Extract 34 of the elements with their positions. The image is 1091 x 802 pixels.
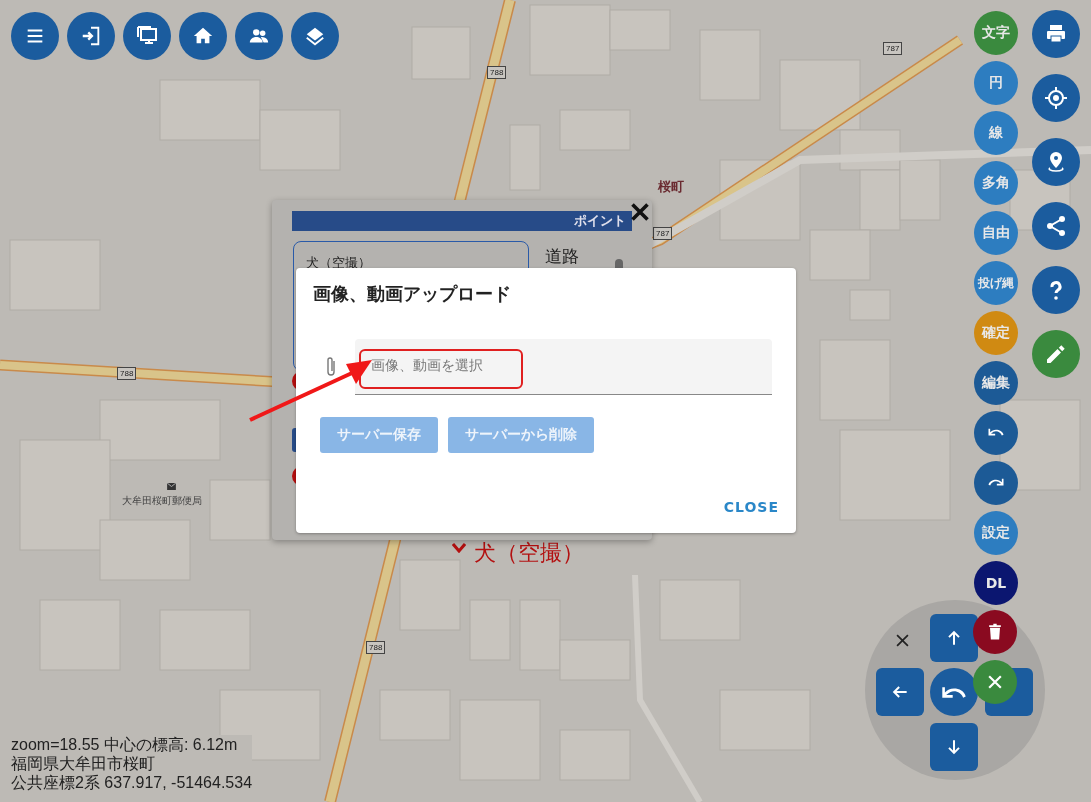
left-button[interactable] bbox=[876, 668, 924, 716]
place-label: 桜町 bbox=[658, 178, 684, 196]
rotate-button[interactable] bbox=[930, 668, 978, 716]
route-shield: 787 bbox=[883, 42, 903, 55]
pencil-icon bbox=[1044, 342, 1068, 366]
marker-icon bbox=[452, 543, 466, 553]
field-label: 道路 bbox=[545, 245, 579, 268]
layers-icon bbox=[304, 25, 326, 47]
file-placeholder: 画像、動画を選択 bbox=[371, 357, 483, 375]
file-input-field[interactable]: 画像、動画を選択 bbox=[355, 339, 772, 395]
close-icon[interactable] bbox=[631, 203, 649, 221]
route-shield: 788 bbox=[366, 641, 386, 654]
paperclip-icon bbox=[325, 355, 337, 379]
up-button[interactable] bbox=[930, 614, 978, 662]
status-line: 福岡県大牟田市桜町 bbox=[11, 754, 156, 773]
crosshair-icon bbox=[1044, 86, 1068, 110]
dialog-title: 画像、動画アップロード bbox=[313, 282, 512, 306]
close-button[interactable]: CLOSE bbox=[723, 495, 779, 519]
marker-label: 犬（空撮） bbox=[474, 540, 584, 566]
down-button[interactable] bbox=[930, 723, 978, 771]
popup-header: ポイント bbox=[292, 211, 632, 231]
post-office-label: 大牟田桜町郵便局 bbox=[122, 494, 202, 508]
status-line: zoom=18.55 中心の標高: 6.12m bbox=[11, 735, 239, 754]
rotate-icon bbox=[942, 685, 966, 699]
route-shield: 788 bbox=[487, 66, 507, 79]
login-icon bbox=[80, 25, 102, 47]
envelope-icon bbox=[167, 483, 176, 490]
status-line: 公共座標2系 637.917, -51464.534 bbox=[11, 773, 253, 792]
route-shield: 787 bbox=[653, 227, 673, 240]
cancel-button[interactable] bbox=[973, 660, 1017, 704]
delete-button[interactable] bbox=[973, 610, 1017, 654]
share-icon bbox=[1044, 214, 1068, 238]
close-icon[interactable] bbox=[896, 634, 909, 647]
route-shield: 788 bbox=[117, 367, 137, 380]
